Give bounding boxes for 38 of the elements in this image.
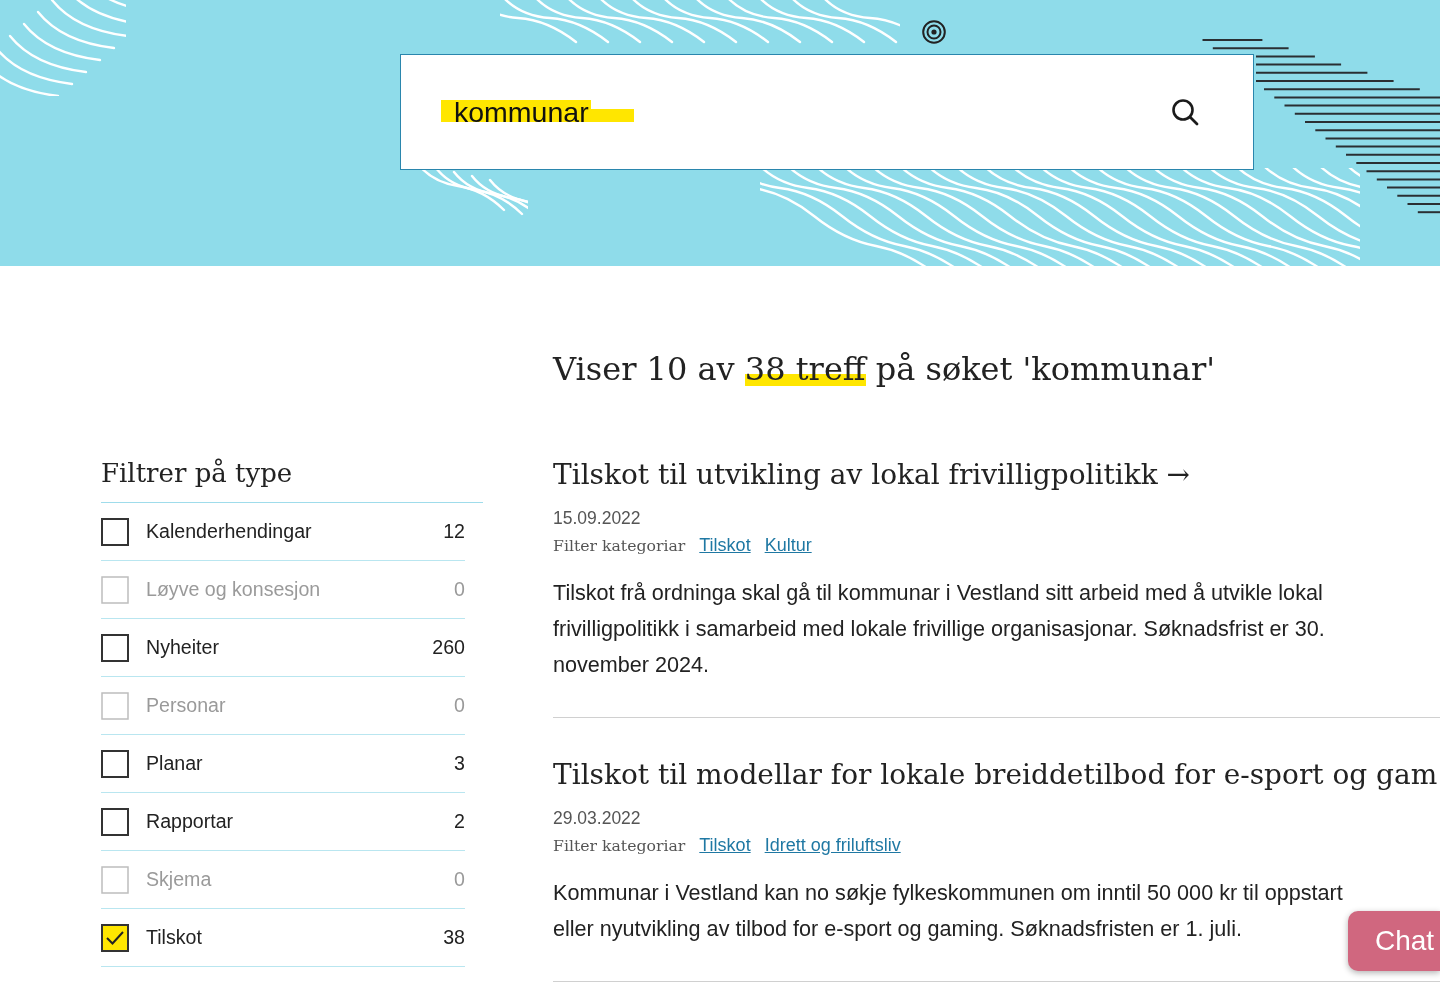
result-title-link[interactable]: Tilskot til utvikling av lokal frivilligpolitikk → xyxy=(553,457,1190,493)
category-label: Filter kategoriar xyxy=(553,535,686,555)
category-link[interactable]: Idrett og friluftsliv xyxy=(764,834,901,856)
search-field[interactable]: kommunar xyxy=(400,54,1254,170)
result-date: 15.09.2022 xyxy=(553,507,642,529)
search-icon xyxy=(1171,98,1199,126)
result-count: 12 xyxy=(443,520,465,543)
filter-label: Planar xyxy=(146,752,203,775)
filter-label: Løyve og konsesjon xyxy=(146,578,321,601)
filter-label: Skjema xyxy=(146,868,212,891)
result-count: 0 xyxy=(454,868,465,891)
concentric-circles-icon xyxy=(922,20,946,44)
result-count: 0 xyxy=(454,694,465,717)
checkbox[interactable] xyxy=(101,923,129,952)
checkbox[interactable] xyxy=(101,807,129,836)
result-count: 0 xyxy=(454,578,465,601)
result-count: 260 xyxy=(432,636,465,659)
chat-button[interactable]: Chat xyxy=(1348,911,1440,971)
category-link[interactable]: Tilskot xyxy=(699,834,751,856)
result-count: 3 xyxy=(454,752,465,775)
filter-label: Tilskot xyxy=(146,926,202,949)
filter-heading: Filtrer på type xyxy=(101,457,483,503)
result-date: 29.03.2022 xyxy=(553,807,642,829)
filter-label: Personar xyxy=(146,694,226,717)
checkbox[interactable] xyxy=(101,633,129,662)
result-excerpt: Kommunar i Vestland kan no søkje fylkeskommunen om inntil 50 000 kr til oppstart eller nyutvikling av tilbod for e-sport og gaming. Søknadsfristen er 1. juli. xyxy=(553,879,1344,943)
category-link[interactable]: Tilskot xyxy=(699,534,751,556)
result-excerpt: Tilskot frå ordninga skal gå til kommunar i Vestland sitt arbeid med å utvikle lokal frivilligpolitikk i samarbeid med lokale frivillige organisasjonar. Søknadsfrist er 30. november 2024. xyxy=(553,579,1326,679)
result-count: 2 xyxy=(454,810,465,833)
checkbox[interactable] xyxy=(101,517,129,546)
category-label: Filter kategoriar xyxy=(553,835,686,855)
filter-label: Nyheiter xyxy=(146,636,219,659)
result-title-link[interactable]: Tilskot til modellar for lokale breiddetilbod for e-sport og gam xyxy=(553,757,1438,793)
checkbox[interactable] xyxy=(101,749,129,778)
category-link[interactable]: Kultur xyxy=(764,534,812,556)
result-count: 38 xyxy=(443,926,465,949)
filter-label: Kalenderhendingar xyxy=(146,520,312,543)
filter-label: Rapportar xyxy=(146,810,234,833)
